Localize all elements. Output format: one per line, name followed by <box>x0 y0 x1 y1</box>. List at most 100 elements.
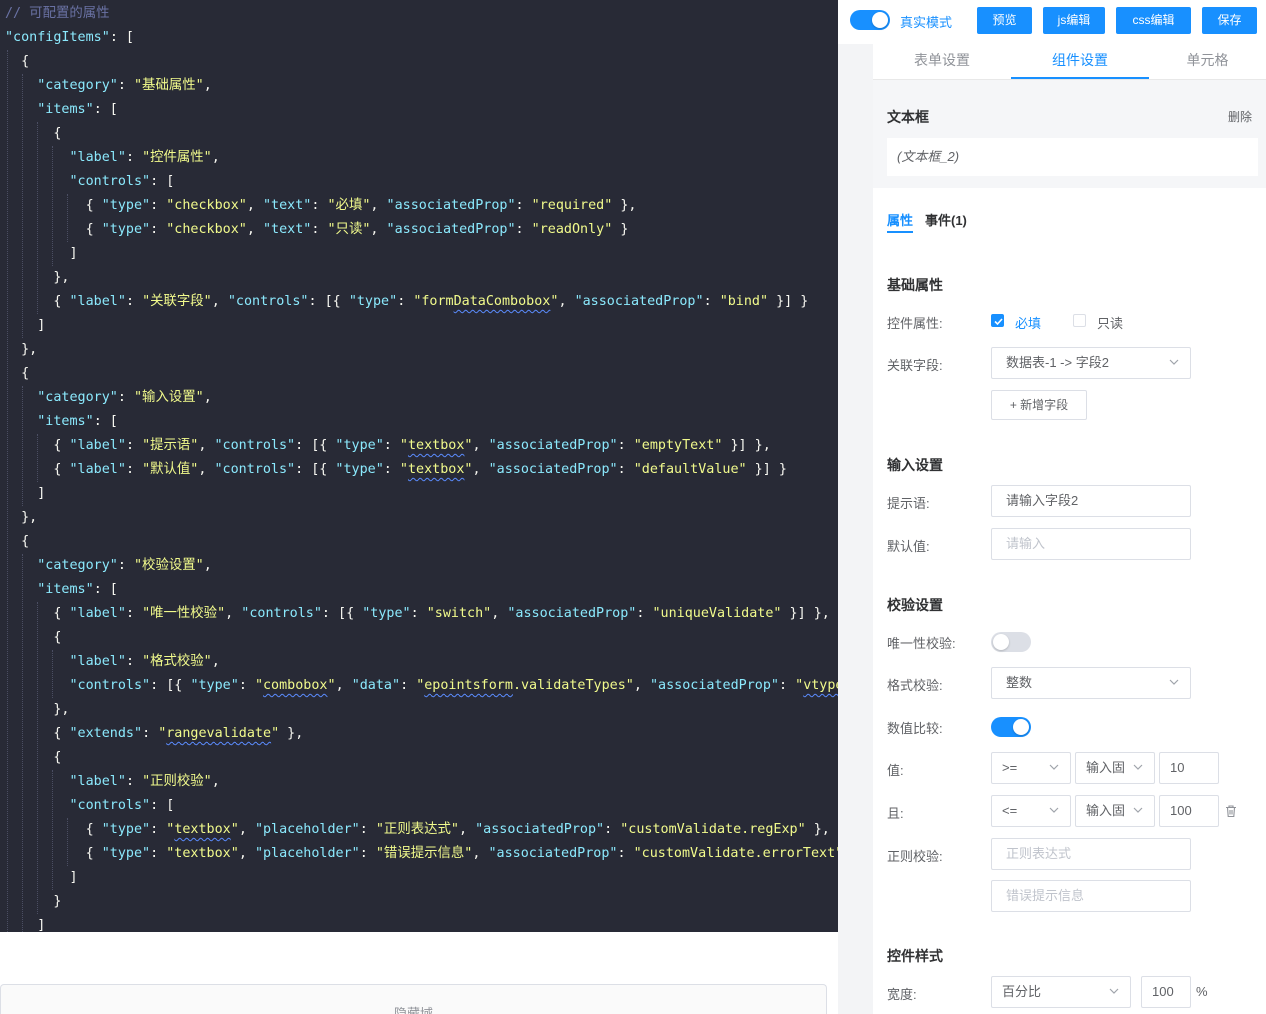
tab-component-settings[interactable]: 组件设置 <box>1011 44 1149 79</box>
code-line: }, <box>53 702 70 717</box>
operator-select-1[interactable]: >= <box>991 752 1071 784</box>
check-icon <box>994 318 1003 326</box>
chevron-down-icon <box>1049 764 1059 770</box>
trash-icon[interactable] <box>1224 804 1238 818</box>
value-input-2[interactable]: 100 <box>1159 795 1219 827</box>
css-edit-button[interactable]: css编辑 <box>1116 7 1191 34</box>
default-value-input[interactable]: 请输入 <box>991 528 1191 560</box>
settings-tabs: 表单设置 组件设置 单元格 <box>873 44 1266 80</box>
tab-form-settings[interactable]: 表单设置 <box>873 44 1011 79</box>
code-line: } <box>53 894 62 909</box>
mode-value-2: 输入固 <box>1086 803 1126 818</box>
real-mode-label: 真实模式 <box>900 15 953 30</box>
component-settings-content: 文本框 删除 (文本框_2) 属性 事件(1) 基础属性 控件属性: 必填 只读… <box>873 80 1266 1014</box>
code-line: "items": [ <box>37 414 118 429</box>
value-label: 值: <box>887 763 904 778</box>
add-field-button[interactable]: + 新增字段 <box>991 390 1087 420</box>
code-line: "category": "输入设置", <box>37 390 212 405</box>
chevron-down-icon <box>1169 679 1179 685</box>
required-checkbox[interactable] <box>991 314 1004 327</box>
code-line: }, <box>21 342 38 357</box>
component-header: 文本框 删除 (文本框_2) <box>873 80 1266 188</box>
format-label: 格式校验: <box>887 678 943 693</box>
code-line: "label": "正则校验", <box>69 774 220 789</box>
code-content[interactable]: // 可配置的属性 "configItems": [ { "category": … <box>5 2 838 932</box>
chevron-down-icon <box>1133 764 1143 770</box>
code-line: { "type": "textbox", "placeholder": "错误提… <box>85 846 838 861</box>
format-select[interactable]: 整数 <box>991 667 1191 699</box>
chevron-down-icon <box>1169 359 1179 365</box>
default-label: 默认值: <box>887 539 930 554</box>
bind-field-label: 关联字段: <box>887 358 943 373</box>
format-value: 整数 <box>1006 675 1033 690</box>
real-mode-switch[interactable] <box>850 10 890 30</box>
unique-validate-switch[interactable] <box>991 632 1031 652</box>
subtab-properties[interactable]: 属性 <box>887 210 914 233</box>
chevron-down-icon <box>1049 807 1059 813</box>
code-line: "label": "格式校验", <box>69 654 220 669</box>
code-line: "label": "控件属性", <box>69 150 220 165</box>
code-line: "items": [ <box>37 102 118 117</box>
js-edit-button[interactable]: js编辑 <box>1043 7 1105 34</box>
code-line: // 可配置的属性 <box>5 6 110 21</box>
code-line: { "label": "唯一性校验", "controls": [{ "type… <box>53 606 830 621</box>
code-line: "configItems": [ <box>5 30 134 45</box>
subtab-events[interactable]: 事件(1) <box>925 210 967 229</box>
code-line: { "label": "提示语", "controls": [{ "type":… <box>53 438 771 453</box>
control-props-label: 控件属性: <box>887 316 943 331</box>
operator-value-1: >= <box>1002 760 1018 775</box>
mode-value-1: 输入固 <box>1086 760 1126 775</box>
section-basic-title: 基础属性 <box>887 277 943 293</box>
code-line: ] <box>37 486 46 501</box>
code-line: ] <box>37 318 46 333</box>
regex-label: 正则校验: <box>887 849 943 864</box>
readonly-checkbox[interactable] <box>1073 314 1086 327</box>
compare-switch[interactable] <box>991 717 1031 737</box>
regex-input[interactable]: 正则表达式 <box>991 838 1191 870</box>
mode-select-2[interactable]: 输入固 <box>1075 795 1155 827</box>
width-value-input[interactable]: 100 <box>1141 976 1191 1008</box>
chevron-down-icon <box>1133 807 1143 813</box>
code-line: { <box>21 366 30 381</box>
code-line: "controls": [{ "type": "combobox", "data… <box>69 678 839 693</box>
error-text-input[interactable]: 错误提示信息 <box>991 880 1191 912</box>
and-label: 且: <box>887 806 904 821</box>
hint-label: 提示语: <box>887 496 930 511</box>
hidden-field-block[interactable]: 隐藏域 <box>0 984 827 1014</box>
code-line: { "label": "默认值", "controls": [{ "type":… <box>53 462 787 477</box>
width-unit-select[interactable]: 百分比 <box>991 976 1131 1008</box>
width-label: 宽度: <box>887 987 917 1002</box>
delete-link[interactable]: 删除 <box>1228 108 1252 125</box>
code-line: "category": "基础属性", <box>37 78 212 93</box>
preview-button[interactable]: 预览 <box>977 7 1032 34</box>
config-panel: 真实模式 预览 js编辑 css编辑 保存 表单设置 组件设置 单元格 文本框 … <box>838 0 1266 1014</box>
tab-cell[interactable]: 单元格 <box>1149 44 1266 79</box>
section-validate-title: 校验设置 <box>887 597 943 613</box>
value-input-1[interactable]: 10 <box>1159 752 1219 784</box>
code-line: { <box>53 126 62 141</box>
save-button[interactable]: 保存 <box>1202 7 1257 34</box>
required-label[interactable]: 必填 <box>1015 313 1041 332</box>
bind-field-select[interactable]: 数据表-1 -> 字段2 <box>991 347 1191 379</box>
section-input-title: 输入设置 <box>887 457 943 473</box>
chevron-down-icon <box>1109 988 1119 994</box>
code-line: ] <box>69 246 78 261</box>
component-id: (文本框_2) <box>887 138 1258 176</box>
hint-input[interactable]: 请输入字段2 <box>991 485 1191 517</box>
code-line: { "type": "textbox", "placeholder": "正则表… <box>85 822 830 837</box>
readonly-label[interactable]: 只读 <box>1097 313 1123 332</box>
mode-select-1[interactable]: 输入固 <box>1075 752 1155 784</box>
component-title: 文本框 <box>887 109 929 125</box>
hidden-field-label: 隐藏域 <box>393 1006 433 1014</box>
code-line: }, <box>21 510 38 525</box>
operator-select-2[interactable]: <= <box>991 795 1071 827</box>
code-line: { "type": "checkbox", "text": "只读", "ass… <box>85 222 629 237</box>
compare-label: 数值比较: <box>887 721 943 736</box>
code-line: "controls": [ <box>69 798 175 813</box>
toolbar: 真实模式 预览 js编辑 css编辑 保存 <box>838 0 1266 44</box>
code-editor[interactable]: // 可配置的属性 "configItems": [ { "category": … <box>0 0 838 932</box>
code-line: { "label": "关联字段", "controls": [{ "type"… <box>53 294 809 309</box>
code-line: "controls": [ <box>69 174 175 189</box>
code-line: { <box>53 630 62 645</box>
code-line: ] <box>69 870 78 885</box>
